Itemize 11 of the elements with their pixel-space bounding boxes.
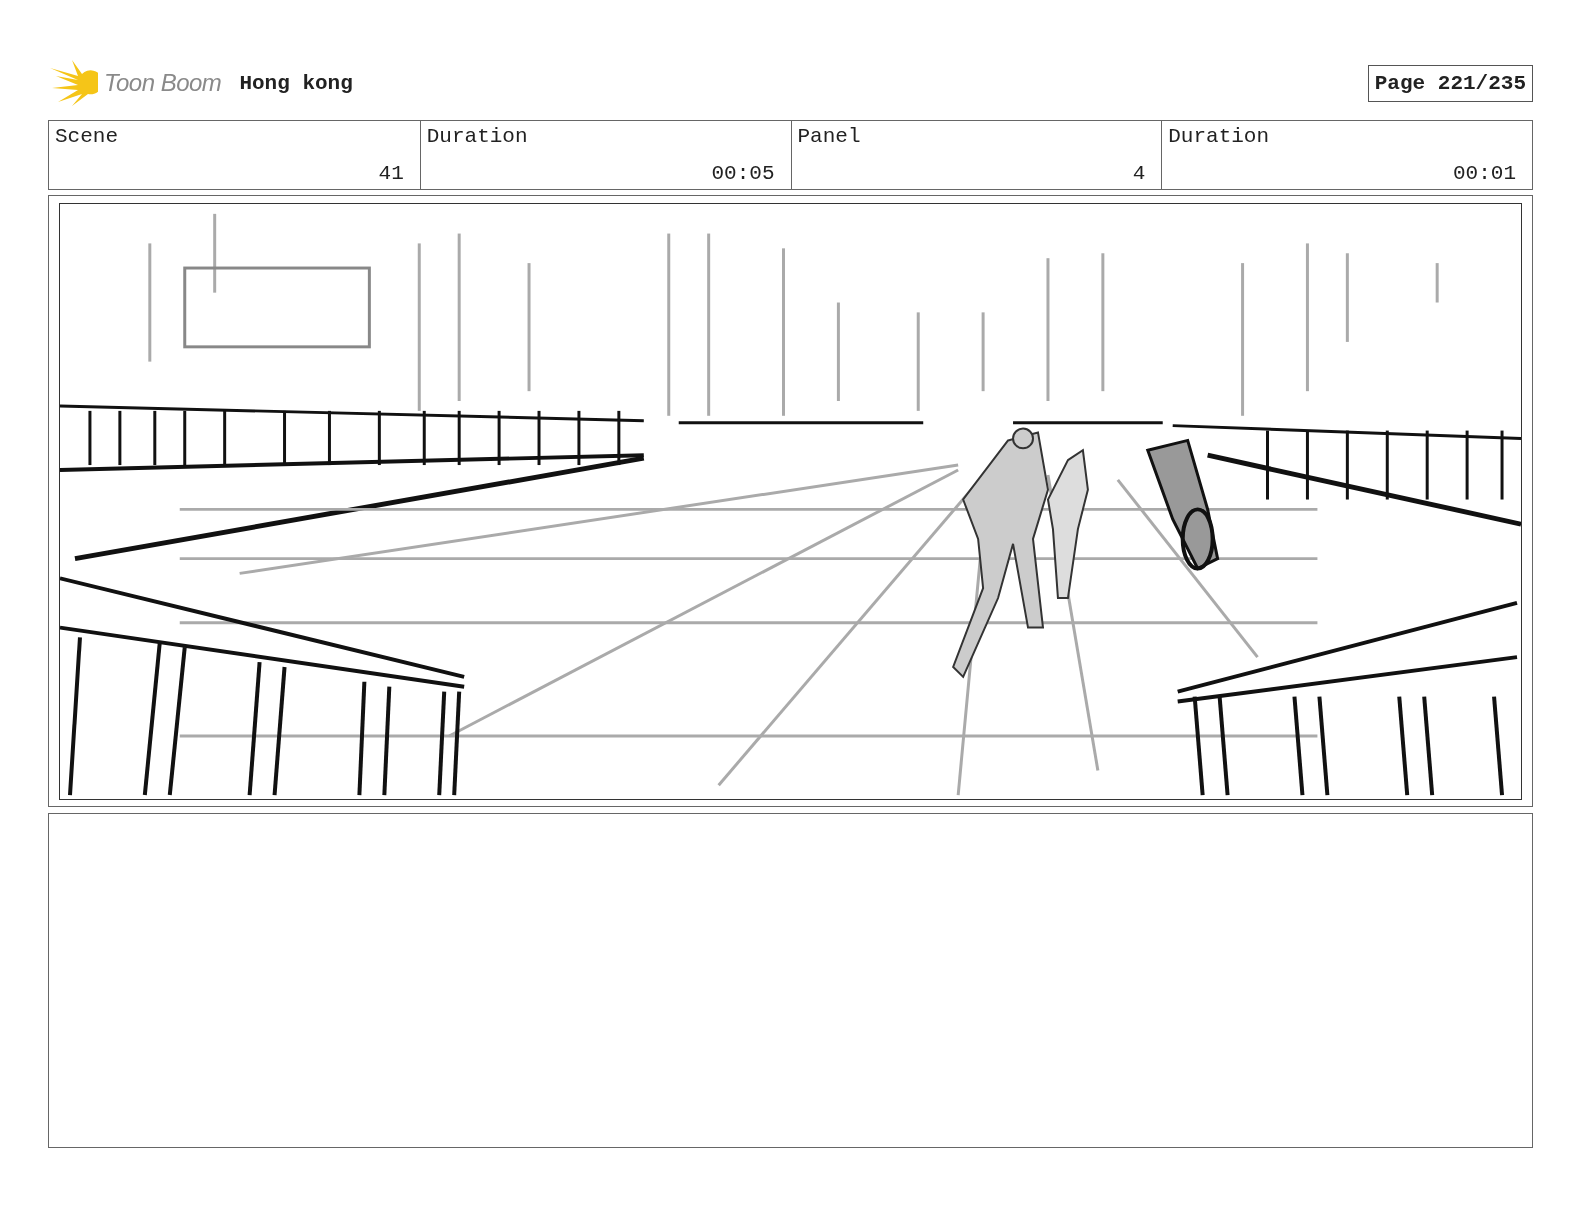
field-value: 4 xyxy=(1131,162,1146,185)
field-value: 41 xyxy=(377,162,404,185)
logo-text: Toon Boom xyxy=(104,69,222,97)
field-value: 00:05 xyxy=(710,162,775,185)
field-value: 00:01 xyxy=(1452,162,1516,185)
field-label: Duration xyxy=(426,125,529,148)
field-label: Duration xyxy=(1168,125,1271,148)
page-number: Page 221/235 xyxy=(1367,64,1533,102)
field-label: Panel xyxy=(797,125,862,148)
field-label: Scene xyxy=(55,125,119,148)
project-title: Hong kong xyxy=(239,71,353,95)
